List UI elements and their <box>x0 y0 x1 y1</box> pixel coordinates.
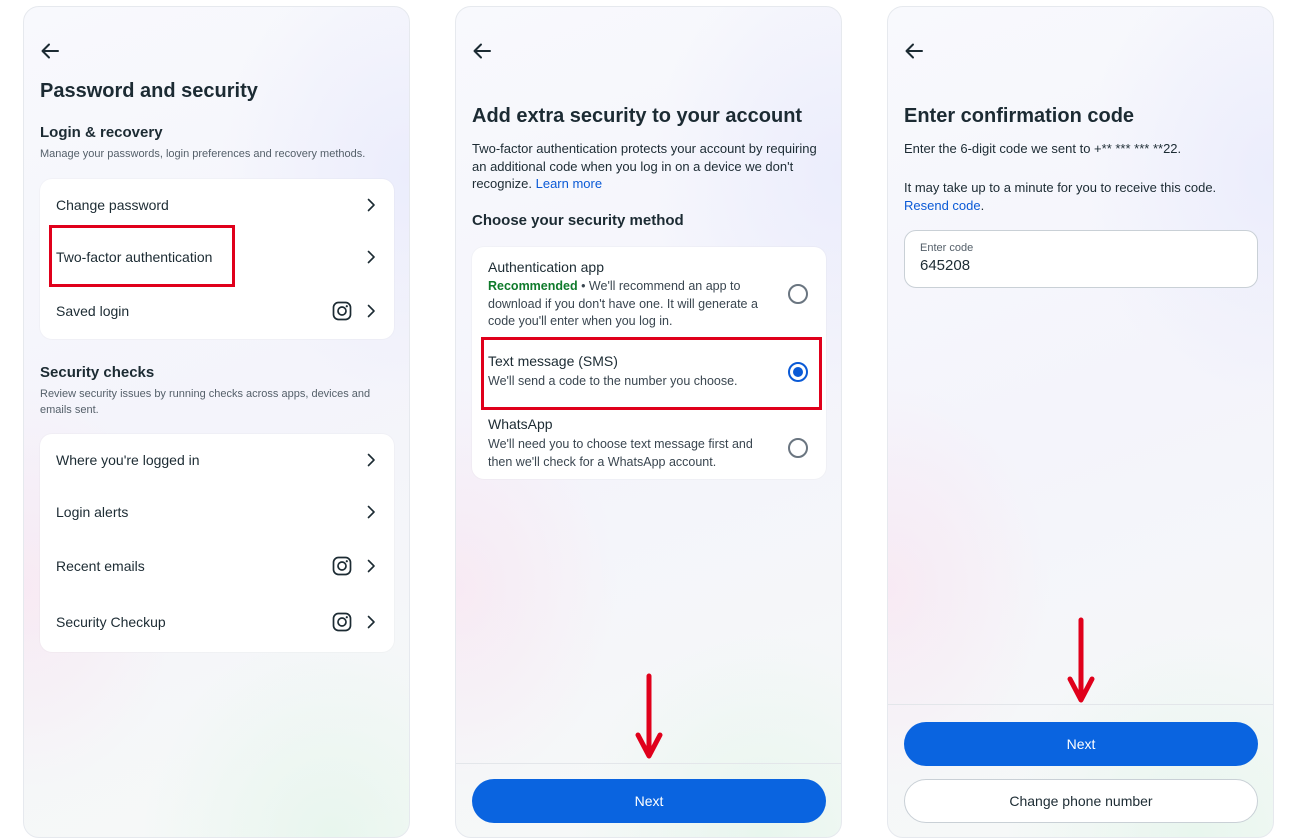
security-checks-heading: Security checks <box>40 364 155 381</box>
saved-login-label: Saved login <box>56 303 130 319</box>
instagram-icon <box>332 612 352 632</box>
footer-divider <box>888 704 1273 705</box>
two-factor-description: Two-factor authentication protects your … <box>472 140 822 193</box>
page-title: Password and security <box>40 80 258 102</box>
change-phone-number-button[interactable]: Change phone number <box>904 779 1258 823</box>
chevron-right-icon <box>366 198 376 212</box>
recent-emails-label: Recent emails <box>56 558 145 574</box>
where-logged-in-item[interactable]: Where you're logged in <box>40 435 394 485</box>
down-arrow-annotation <box>1067 617 1095 703</box>
security-method-card: Authentication app Recommended • We'll r… <box>472 247 826 479</box>
confirmation-code-screen: Enter confirmation code Enter the 6-digi… <box>887 6 1274 838</box>
login-alerts-item[interactable]: Login alerts <box>40 487 394 537</box>
security-checkup-label: Security Checkup <box>56 614 166 630</box>
option-whatsapp[interactable]: WhatsApp We'll need you to choose text m… <box>472 412 826 478</box>
code-sent-text: Enter the 6-digit code we sent to +** **… <box>904 141 1182 156</box>
password-security-screen: Password and security Login & recovery M… <box>23 6 410 838</box>
option-title: Text message (SMS) <box>488 353 618 369</box>
login-recovery-description: Manage your passwords, login preferences… <box>40 148 366 160</box>
code-input-placeholder: Enter code <box>920 242 974 254</box>
wait-info: It may take up to a minute for you to re… <box>904 179 1259 214</box>
description-text: Two-factor authentication protects your … <box>472 141 817 191</box>
back-arrow-icon[interactable] <box>903 40 925 62</box>
two-factor-authentication-label: Two-factor authentication <box>56 249 213 265</box>
security-checks-card: Where you're logged in Login alerts Rece… <box>40 434 394 652</box>
option-title: Authentication app <box>488 259 604 275</box>
instagram-icon <box>332 556 352 576</box>
page-title: Enter confirmation code <box>904 105 1135 127</box>
option-description: We'll need you to choose text message fi… <box>488 437 753 469</box>
page-title: Add extra security to your account <box>472 105 803 127</box>
next-button[interactable]: Next <box>472 779 826 823</box>
chevron-right-icon <box>366 250 376 264</box>
next-button[interactable]: Next <box>904 722 1258 766</box>
chevron-right-icon <box>366 559 376 573</box>
back-arrow-icon[interactable] <box>39 40 61 62</box>
method-heading: Choose your security method <box>472 212 684 229</box>
security-checks-description: Review security issues by running checks… <box>40 388 371 416</box>
login-recovery-card: Change password Two-factor authenticatio… <box>40 179 394 339</box>
instagram-icon <box>332 301 352 321</box>
back-arrow-icon[interactable] <box>471 40 493 62</box>
chevron-right-icon <box>366 505 376 519</box>
code-input-value: 645208 <box>920 257 971 274</box>
security-method-screen: Add extra security to your account Two-f… <box>455 6 842 838</box>
saved-login-item[interactable]: Saved login <box>40 286 394 336</box>
change-password-label: Change password <box>56 197 169 213</box>
login-recovery-heading: Login & recovery <box>40 124 163 141</box>
wait-info-text: It may take up to a minute for you to re… <box>904 180 1217 195</box>
security-checkup-item[interactable]: Security Checkup <box>40 597 394 647</box>
two-factor-authentication-item[interactable]: Two-factor authentication <box>40 232 394 282</box>
chevron-right-icon <box>366 615 376 629</box>
learn-more-link[interactable]: Learn more <box>536 176 602 191</box>
login-alerts-label: Login alerts <box>56 504 129 520</box>
resend-code-link[interactable]: Resend code <box>904 198 981 213</box>
radio-button[interactable] <box>788 438 808 458</box>
option-title: WhatsApp <box>488 416 553 432</box>
down-arrow-annotation <box>635 673 663 759</box>
where-logged-in-label: Where you're logged in <box>56 452 200 468</box>
option-text-message[interactable]: Text message (SMS) We'll send a code to … <box>472 340 826 406</box>
recent-emails-item[interactable]: Recent emails <box>40 541 394 591</box>
recommended-badge: Recommended <box>488 279 578 293</box>
footer-divider <box>456 763 841 764</box>
option-authentication-app[interactable]: Authentication app Recommended • We'll r… <box>472 247 826 337</box>
chevron-right-icon <box>366 453 376 467</box>
radio-button-selected[interactable] <box>788 362 808 382</box>
resend-suffix: . <box>980 197 985 213</box>
option-description: We'll send a code to the number you choo… <box>488 374 738 388</box>
change-password-item[interactable]: Change password <box>40 180 394 230</box>
radio-button[interactable] <box>788 284 808 304</box>
code-input[interactable]: Enter code 645208 <box>904 230 1258 288</box>
option-description: Recommended • We'll recommend an app to … <box>488 278 780 331</box>
chevron-right-icon <box>366 304 376 318</box>
